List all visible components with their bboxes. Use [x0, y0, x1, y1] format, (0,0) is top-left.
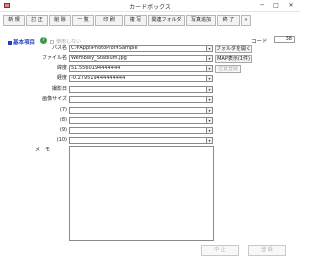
longitude-dropdown-icon[interactable]: ▾ [206, 75, 213, 82]
list-button[interactable]: 一 覧 [72, 15, 94, 26]
filename-label: ファイル名 [41, 55, 67, 61]
open-folder-button[interactable]: フォルダを開く [215, 45, 252, 53]
field-10-row: (10) ▾ [6, 137, 214, 144]
path-field[interactable]: C:¥AppliPhotoPlot¥Sample [69, 45, 207, 52]
position-register-button[interactable]: 位置登録 [215, 65, 241, 73]
copy-button[interactable]: 複 写 [124, 15, 147, 26]
field-8-row: (8) ▾ [6, 117, 214, 124]
memo-textarea[interactable] [69, 146, 214, 241]
path-label: パス名 [51, 45, 67, 51]
minimize-button[interactable]: ─ [256, 0, 268, 12]
field-7-row: (7) ▾ [6, 107, 214, 114]
more-button[interactable]: » [241, 15, 251, 26]
maximize-button[interactable]: □ [270, 0, 282, 12]
memo-label: メ モ [35, 147, 51, 153]
field-7-label: (7) [59, 107, 67, 113]
field-10[interactable] [69, 137, 207, 144]
checkbox-box-icon [50, 39, 54, 44]
field-9-label: (9) [59, 127, 67, 133]
code-label: コード [251, 39, 268, 45]
longitude-row: 経度 -0.279519444444444 ▾ [6, 75, 214, 82]
field-9[interactable] [69, 127, 207, 134]
register-button[interactable]: 登 録 [248, 245, 286, 256]
field-8[interactable] [69, 117, 207, 124]
section-marker-icon [8, 40, 12, 45]
field-9-dropdown-icon[interactable]: ▾ [206, 127, 213, 134]
latitude-label: 緯度 [56, 65, 67, 71]
help-icon[interactable]: ? [40, 37, 47, 44]
title-bar: カードボックス ─ □ ✕ [0, 0, 300, 12]
toolbar: 新 規 訂 正 削 除 一 覧 印 刷 複 写 関連フォルダ 写真追加 終 了 … [3, 15, 295, 26]
field-7-dropdown-icon[interactable]: ▾ [206, 107, 213, 114]
filename-dropdown-icon[interactable]: ▾ [206, 55, 213, 62]
delete-button[interactable]: 削 除 [49, 15, 71, 26]
field-10-label: (10) [56, 137, 67, 143]
code-value: 38 [274, 36, 295, 43]
path-row: パス名 C:¥AppliPhotoPlot¥Sample ▾ [6, 45, 214, 52]
add-photo-button[interactable]: 写真追加 [186, 15, 216, 26]
window-title: カードボックス [129, 4, 171, 11]
field-10-dropdown-icon[interactable]: ▾ [206, 137, 213, 144]
map-display-button[interactable]: MAP表示(1件) [215, 55, 252, 63]
related-folder-button[interactable]: 関連フォルダ [148, 15, 185, 26]
field-8-label: (8) [59, 117, 67, 123]
print-button[interactable]: 印 刷 [95, 15, 123, 26]
unused-checkbox[interactable]: 使用しない [50, 38, 81, 45]
record-form: 基本項目 ? 使用しない コード 38 パス名 C:¥AppliPhotoPlo… [6, 29, 295, 268]
latitude-field[interactable]: 51.5560194444444 [69, 65, 207, 72]
field-7[interactable] [69, 107, 207, 114]
image-size-label: 画像サイズ [42, 96, 67, 102]
field-9-row: (9) ▾ [6, 127, 214, 134]
longitude-field[interactable]: -0.279519444444444 [69, 75, 207, 82]
shooting-date-field[interactable] [69, 86, 207, 93]
image-size-row: 画像サイズ ▾ [6, 96, 214, 103]
image-size-field[interactable] [69, 96, 207, 103]
close-button[interactable]: ✕ [285, 0, 297, 12]
exit-button[interactable]: 終 了 [217, 15, 240, 26]
latitude-dropdown-icon[interactable]: ▾ [206, 65, 213, 72]
image-size-dropdown-icon[interactable]: ▾ [206, 96, 213, 103]
filename-row: ファイル名 Wembley_Stadium.jpg ▾ [6, 55, 214, 62]
new-button[interactable]: 新 規 [3, 15, 25, 26]
abort-button[interactable]: 中 止 [201, 245, 239, 256]
shooting-date-label: 撮影日 [51, 86, 67, 92]
longitude-label: 経度 [56, 75, 67, 81]
shooting-date-dropdown-icon[interactable]: ▾ [206, 86, 213, 93]
shooting-date-row: 撮影日 ▾ [6, 86, 214, 93]
latitude-row: 緯度 51.5560194444444 ▾ [6, 65, 214, 72]
field-8-dropdown-icon[interactable]: ▾ [206, 117, 213, 124]
path-dropdown-icon[interactable]: ▾ [206, 45, 213, 52]
edit-button[interactable]: 訂 正 [26, 15, 48, 26]
filename-field[interactable]: Wembley_Stadium.jpg [69, 55, 207, 62]
